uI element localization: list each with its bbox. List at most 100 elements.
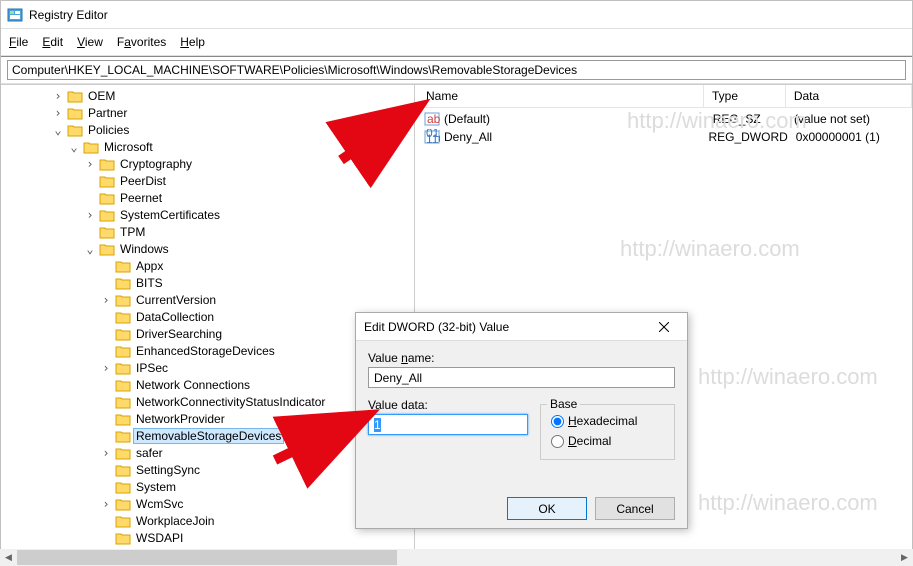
tree-node[interactable]: ⌄ Windows — [1, 240, 414, 257]
tree-node[interactable]: › SystemCertificates — [1, 206, 414, 223]
tree-label[interactable]: NetworkConnectivityStatusIndicator — [133, 394, 328, 410]
tree-node[interactable]: PeerDist — [1, 172, 414, 189]
radio-decimal[interactable]: Decimal — [551, 431, 664, 451]
tree-node[interactable]: System — [1, 478, 414, 495]
column-header-type[interactable]: Type — [704, 85, 786, 107]
tree-node[interactable]: SettingSync — [1, 461, 414, 478]
tree-label[interactable]: Cryptography — [117, 156, 195, 172]
tree-node[interactable]: Peernet — [1, 189, 414, 206]
list-row[interactable]: 011110Deny_AllREG_DWORD0x00000001 (1) — [418, 128, 912, 146]
tree-label[interactable]: System — [133, 479, 179, 495]
tree-label[interactable]: TPM — [117, 224, 148, 240]
tree-node[interactable]: Network Connections — [1, 376, 414, 393]
base-label: Base — [547, 397, 580, 411]
menu-edit[interactable]: Edit — [42, 33, 63, 51]
tree-node[interactable]: › OEM — [1, 87, 414, 104]
value-data-input[interactable] — [368, 414, 528, 435]
dialog-titlebar[interactable]: Edit DWORD (32-bit) Value — [356, 313, 687, 341]
tree-label[interactable]: Microsoft — [101, 139, 156, 155]
radio-dec-input[interactable] — [551, 435, 564, 448]
list-row[interactable]: ab(Default)REG_SZ(value not set) — [418, 110, 912, 128]
tree-label[interactable]: NetworkProvider — [133, 411, 228, 427]
tree-label[interactable]: Peernet — [117, 190, 165, 206]
tree-node[interactable]: NetworkConnectivityStatusIndicator — [1, 393, 414, 410]
tree-label[interactable]: Partner — [85, 105, 130, 121]
expand-icon[interactable]: ⌄ — [51, 123, 65, 137]
ok-button[interactable]: OK — [507, 497, 587, 520]
tree-node[interactable]: NetworkProvider — [1, 410, 414, 427]
list-h-scrollbar[interactable]: ◀ ▶ — [418, 549, 912, 565]
tree-label[interactable]: SettingSync — [133, 462, 203, 478]
value-name-field[interactable] — [368, 367, 675, 388]
tree-pane[interactable]: › OEM › Partner ⌄ Policies ⌄ Microsoft › Cryptogr… — [1, 85, 415, 565]
tree-node[interactable]: TPM — [1, 223, 414, 240]
folder-icon — [115, 259, 131, 273]
expand-icon[interactable]: › — [99, 446, 113, 460]
tree-label[interactable]: WorkplaceJoin — [133, 513, 217, 529]
tree-label[interactable]: CurrentVersion — [133, 292, 219, 308]
tree-label[interactable]: DataCollection — [133, 309, 217, 325]
tree-node[interactable]: RemovableStorageDevices — [1, 427, 414, 444]
folder-icon — [99, 191, 115, 205]
expand-icon[interactable]: › — [99, 361, 113, 375]
tree-node[interactable]: DataCollection — [1, 308, 414, 325]
tree-label[interactable]: safer — [133, 445, 166, 461]
tree-label[interactable]: PeerDist — [117, 173, 169, 189]
tree-node[interactable]: › WcmSvc — [1, 495, 414, 512]
tree-label[interactable]: BITS — [133, 275, 166, 291]
folder-icon — [99, 208, 115, 222]
tree-node[interactable]: EnhancedStorageDevices — [1, 342, 414, 359]
svg-text:110: 110 — [426, 132, 440, 145]
base-group: Base Hexadecimal Decimal — [540, 404, 675, 460]
tree-label[interactable]: IPSec — [133, 360, 171, 376]
tree-label[interactable]: WSDAPI — [133, 530, 186, 546]
tree-label[interactable]: Policies — [85, 122, 132, 138]
tree-node[interactable]: ⌄ Microsoft — [1, 138, 414, 155]
address-input[interactable] — [7, 60, 906, 80]
tree-node[interactable]: › safer — [1, 444, 414, 461]
close-button[interactable] — [649, 316, 679, 338]
cancel-button[interactable]: Cancel — [595, 497, 675, 520]
tree-node[interactable]: WorkplaceJoin — [1, 512, 414, 529]
menu-help[interactable]: Help — [180, 33, 205, 51]
tree-node[interactable]: BITS — [1, 274, 414, 291]
tree-label[interactable]: SystemCertificates — [117, 207, 223, 223]
folder-icon — [115, 344, 131, 358]
column-header-name[interactable]: Name — [418, 85, 704, 107]
tree-label[interactable]: OEM — [85, 88, 118, 104]
expand-icon[interactable]: › — [83, 157, 97, 171]
tree-label[interactable]: DriverSearching — [133, 326, 225, 342]
tree-node[interactable]: › CurrentVersion — [1, 291, 414, 308]
tree-node[interactable]: ⌄ Policies — [1, 121, 414, 138]
expand-icon[interactable]: ⌄ — [67, 140, 81, 154]
tree-label[interactable]: Network Connections — [133, 377, 253, 393]
tree-node[interactable]: Appx — [1, 257, 414, 274]
tree-label[interactable]: RemovableStorageDevices — [133, 428, 284, 444]
folder-icon — [99, 242, 115, 256]
tree-node[interactable]: WSDAPI — [1, 529, 414, 546]
column-header-data[interactable]: Data — [786, 85, 912, 107]
tree-node[interactable]: › IPSec — [1, 359, 414, 376]
expand-icon[interactable]: › — [83, 208, 97, 222]
folder-icon — [99, 174, 115, 188]
menu-favorites[interactable]: Favorites — [117, 33, 166, 51]
expand-icon[interactable]: › — [51, 106, 65, 120]
tree-node[interactable]: › Partner — [1, 104, 414, 121]
radio-hex-input[interactable] — [551, 415, 564, 428]
menu-view[interactable]: View — [77, 33, 103, 51]
list-header: Name Type Data — [418, 85, 912, 108]
tree-node[interactable]: DriverSearching — [1, 325, 414, 342]
tree-label[interactable]: EnhancedStorageDevices — [133, 343, 278, 359]
folder-icon — [115, 293, 131, 307]
tree-label[interactable]: WcmSvc — [133, 496, 186, 512]
radio-hexadecimal[interactable]: Hexadecimal — [551, 411, 664, 431]
tree-label[interactable]: Windows — [117, 241, 172, 257]
expand-icon[interactable]: › — [51, 89, 65, 103]
expand-icon[interactable]: › — [99, 293, 113, 307]
tree-label[interactable]: Appx — [133, 258, 166, 274]
expand-icon[interactable]: › — [99, 497, 113, 511]
scroll-right-icon[interactable]: ▶ — [896, 549, 912, 565]
expand-icon[interactable]: ⌄ — [83, 242, 97, 256]
tree-node[interactable]: › Cryptography — [1, 155, 414, 172]
menu-file[interactable]: File — [9, 33, 28, 51]
